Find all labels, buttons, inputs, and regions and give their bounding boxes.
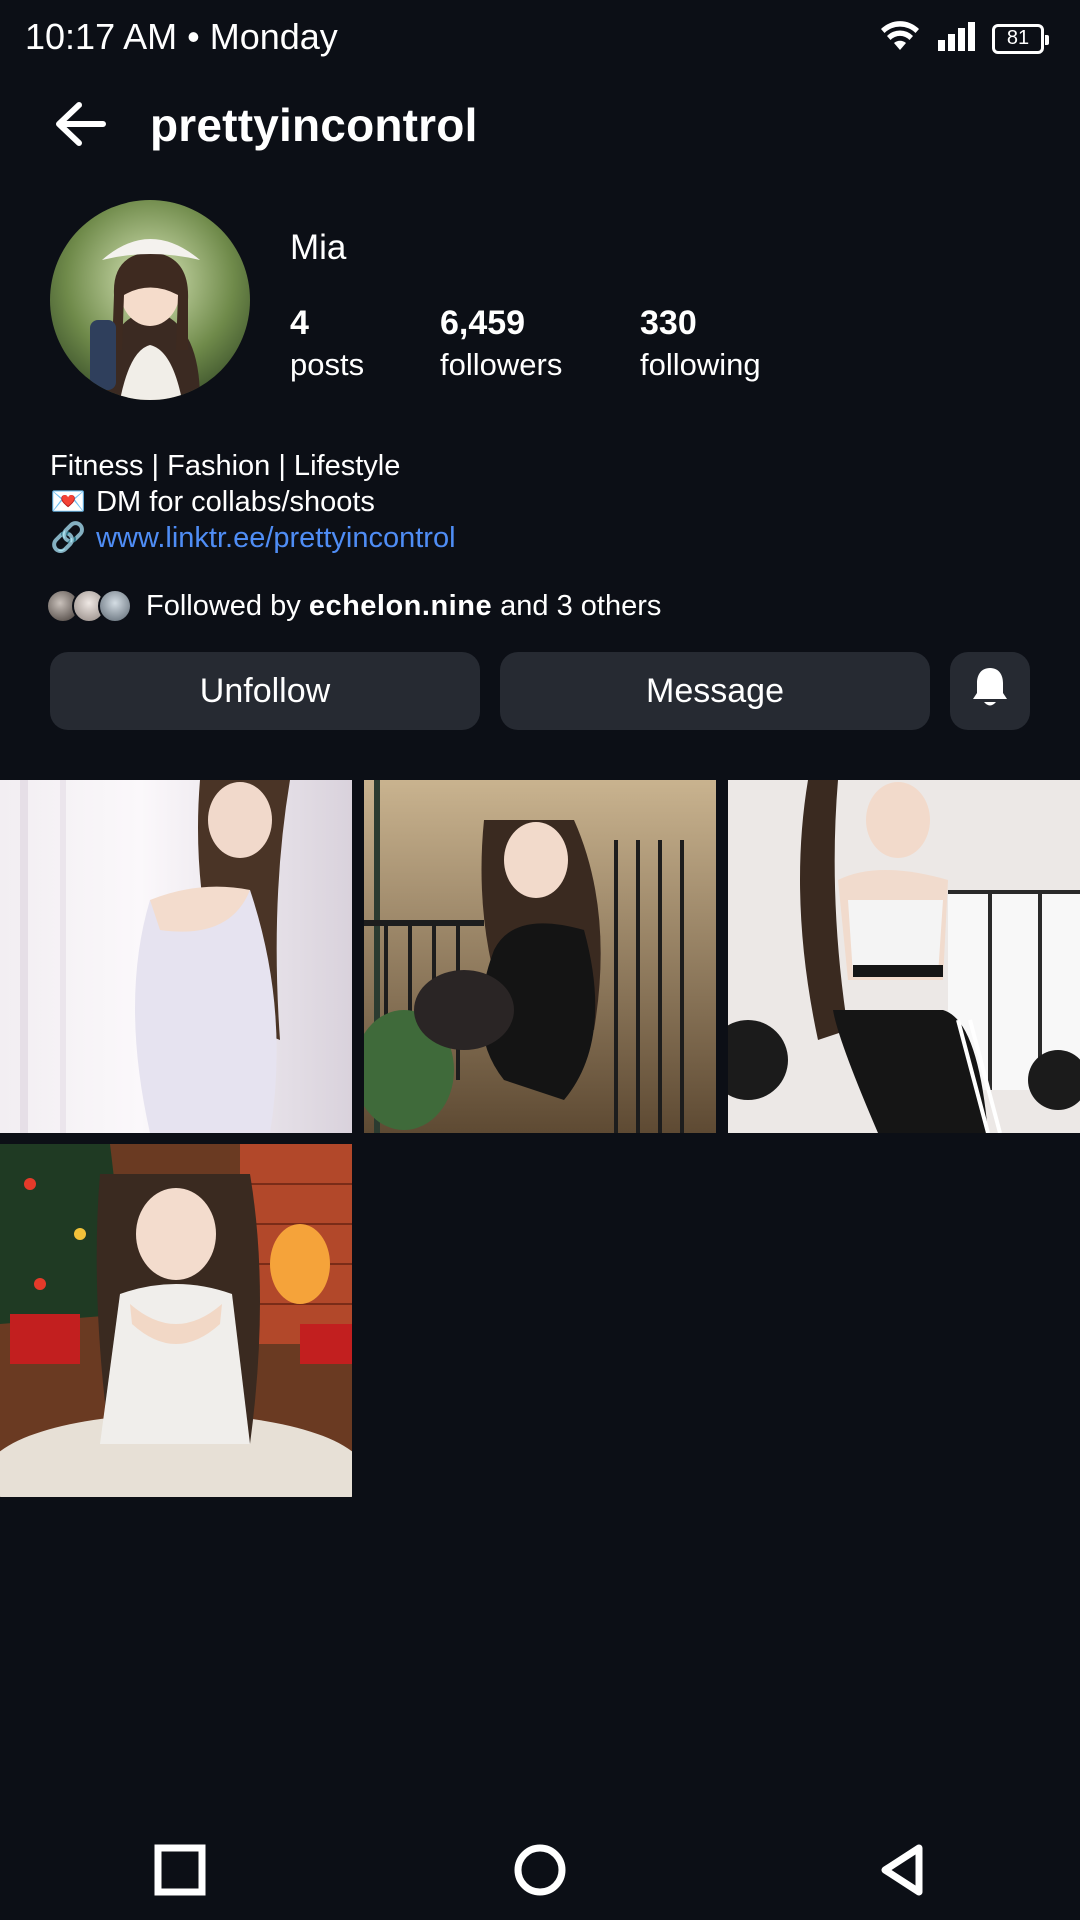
- status-bar: 10:17 AM • Monday 81: [0, 0, 1080, 76]
- stat-following-value: 330: [640, 304, 697, 342]
- stat-posts[interactable]: 4 posts: [290, 304, 364, 383]
- stat-followers[interactable]: 6,459 followers: [440, 304, 562, 383]
- post-thumbnail-3[interactable]: [728, 780, 1080, 1133]
- stat-followers-value: 6,459: [440, 304, 526, 342]
- stat-posts-value: 4: [290, 304, 309, 342]
- signal-icon: [936, 20, 976, 57]
- battery-level: 81: [1006, 27, 1030, 49]
- top-bar: prettyincontrol: [0, 90, 1080, 160]
- stat-posts-label: posts: [290, 347, 365, 382]
- stat-followers-label: followers: [440, 347, 563, 382]
- home-button[interactable]: [510, 1842, 570, 1902]
- notifications-button[interactable]: [950, 652, 1030, 730]
- wifi-icon: [880, 20, 920, 57]
- followed-by-suffix: and 3 others: [500, 589, 662, 622]
- bio-line-1: Fitness | Fashion | Lifestyle: [50, 450, 401, 482]
- bio-line-3: 🔗 www.linktr.ee/prettyincontrol: [50, 520, 456, 556]
- profile-avatar[interactable]: [50, 200, 250, 400]
- arrow-left-icon: [53, 101, 107, 152]
- followed-by-name: echelon.nine: [308, 589, 493, 622]
- status-icons: 81: [880, 20, 1049, 57]
- mutual-avatar: [98, 589, 132, 623]
- bell-icon: [970, 665, 1010, 718]
- bio-line-2: 💌 DM for collabs/shoots: [50, 484, 456, 520]
- square-icon: [154, 1844, 206, 1901]
- bio-line-2-text: DM for collabs/shoots: [96, 486, 375, 518]
- unfollow-button[interactable]: Unfollow: [50, 652, 480, 730]
- profile-display-name: Mia: [290, 228, 347, 267]
- link-icon: 🔗: [50, 522, 87, 554]
- status-time: 10:17 AM • Monday: [25, 16, 338, 57]
- love-letter-icon: 💌: [50, 486, 87, 518]
- post-thumbnail-1[interactable]: [0, 780, 352, 1133]
- post-thumbnail-2[interactable]: [364, 780, 716, 1133]
- recents-button[interactable]: [150, 1842, 210, 1902]
- back-button[interactable]: [50, 96, 110, 156]
- bio-link[interactable]: www.linktr.ee/prettyincontrol: [96, 520, 455, 556]
- battery-icon: 81: [992, 23, 1049, 54]
- profile-username: prettyincontrol: [150, 99, 478, 151]
- back-nav-button[interactable]: [872, 1842, 932, 1902]
- profile-bio: Fitness | Fashion | Lifestyle 💌 DM for c…: [50, 448, 456, 556]
- message-button[interactable]: Message: [500, 652, 930, 730]
- post-thumbnail-4[interactable]: [0, 1144, 352, 1497]
- mutual-avatars: [46, 589, 132, 623]
- stat-following[interactable]: 330 following: [640, 304, 761, 383]
- followed-by-prefix: Followed by: [146, 589, 301, 622]
- followed-by[interactable]: Followed by echelon.nine and 3 others: [46, 586, 661, 626]
- triangle-back-icon: [877, 1843, 927, 1902]
- stat-following-label: following: [640, 347, 761, 382]
- circle-icon: [513, 1843, 567, 1902]
